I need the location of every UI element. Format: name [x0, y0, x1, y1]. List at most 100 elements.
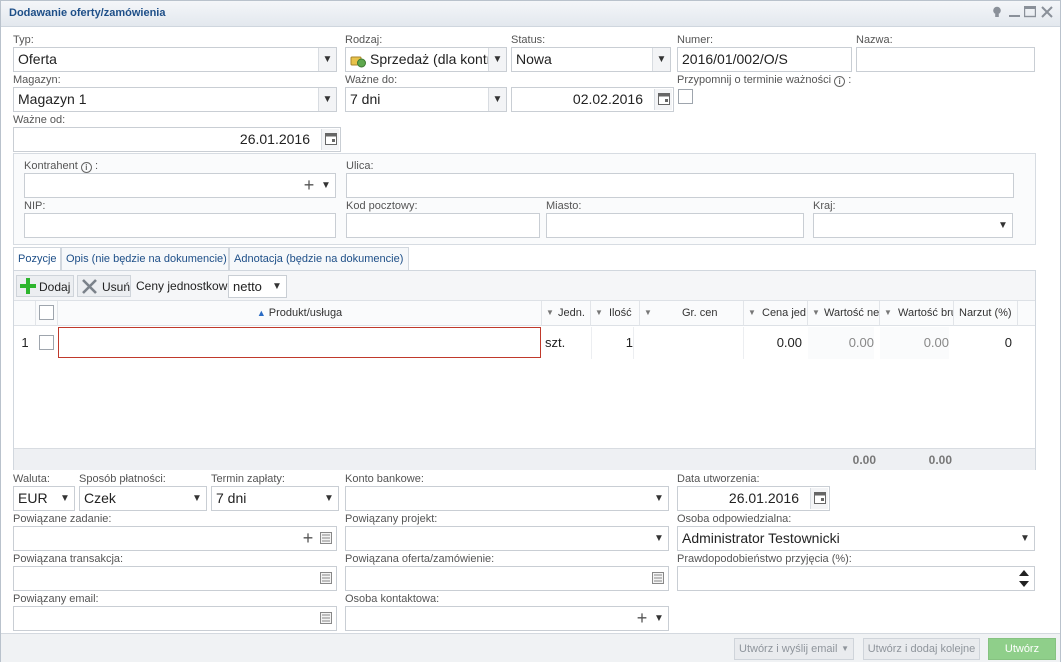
chevron-down-icon: ▼ [841, 644, 849, 653]
remove-button[interactable]: Usuń [77, 275, 131, 297]
chevron-down-icon[interactable]: ▼ [268, 276, 286, 297]
list-icon[interactable] [317, 608, 335, 629]
osoba-label: Osoba odpowiedzialna: [677, 513, 792, 525]
row-checkbox[interactable] [39, 335, 54, 350]
create-and-add-next-button[interactable]: Utwórz i dodaj kolejne [863, 638, 980, 660]
chevron-down-icon[interactable]: ▼ [650, 607, 668, 630]
cell-narzut[interactable]: 0 [954, 327, 1012, 359]
grid-totals: 0.00 0.00 [14, 448, 1035, 470]
plus-icon[interactable]: + [634, 607, 650, 630]
col-netto[interactable]: ▼ Wartość ne [808, 301, 880, 326]
termin-label: Termin zapłaty: [211, 473, 285, 485]
lightbulb-icon[interactable] [990, 6, 1004, 20]
select-all-checkbox[interactable] [39, 305, 54, 320]
miasto-input[interactable] [546, 213, 804, 238]
projekt-select[interactable]: ▼ [345, 526, 669, 551]
ulica-input[interactable] [346, 173, 1014, 198]
col-grcen[interactable]: ▼ Gr. cen [640, 301, 744, 326]
transakcja-input[interactable] [13, 566, 337, 591]
col-narzut[interactable]: Narzut (%) [954, 301, 1018, 326]
tab-pozycje[interactable]: Pozycje [13, 247, 61, 270]
kontrahent-label: Kontrahent i : [24, 160, 99, 173]
col-filler [1018, 301, 1035, 326]
col-ilosc[interactable]: ▼ Ilość [591, 301, 640, 326]
tab-adnotacja[interactable]: Adnotacja (będzie na dokumencie) [229, 247, 409, 270]
chevron-down-icon[interactable]: ▼ [317, 174, 335, 197]
chevron-down-icon[interactable]: ▼ [650, 527, 668, 550]
calendar-icon[interactable] [810, 488, 828, 509]
chevron-down-icon[interactable]: ▼ [318, 48, 336, 71]
info-icon[interactable]: i [834, 76, 846, 87]
kod-input[interactable] [346, 213, 540, 238]
nazwa-input[interactable] [856, 47, 1035, 72]
platnosc-select[interactable]: Czek ▼ [79, 486, 207, 511]
termin-value: 7 dni [216, 490, 247, 506]
cell-grcen[interactable] [640, 327, 744, 359]
calendar-icon[interactable] [321, 129, 339, 150]
chevron-down-icon[interactable]: ▼ [488, 88, 506, 111]
numer-value: 2016/01/002/O/S [682, 51, 788, 67]
maximize-icon[interactable] [1023, 5, 1037, 20]
chevron-down-icon[interactable]: ▼ [994, 214, 1012, 237]
wazne-do-date[interactable]: 02.02.2016 [511, 87, 674, 112]
rodzaj-select[interactable]: Sprzedaż (dla kontra ▼ [345, 47, 507, 72]
cell-ilosc[interactable]: 1 [591, 327, 634, 359]
col-jedn[interactable]: ▼ Jedn. [542, 301, 591, 326]
kraj-select[interactable]: ▼ [813, 213, 1013, 238]
create-and-email-button[interactable]: Utwórz i wyślij email ▼ [734, 638, 854, 660]
list-icon[interactable] [317, 568, 335, 589]
wazne-do-label: Ważne do: [345, 74, 398, 86]
zadanie-input[interactable]: + [13, 526, 337, 551]
col-select [36, 301, 58, 326]
kontrahent-select[interactable]: + ▼ [24, 173, 336, 198]
wazne-od-date[interactable]: 26.01.2016 [13, 127, 341, 152]
prawdop-input[interactable] [677, 566, 1035, 591]
chevron-down-icon[interactable]: ▼ [652, 48, 670, 71]
spinner-icon[interactable] [1017, 568, 1031, 589]
close-icon[interactable] [1040, 6, 1054, 20]
oferta-input[interactable] [345, 566, 669, 591]
data-utw-date[interactable]: 26.01.2016 [677, 486, 830, 511]
list-icon[interactable] [317, 528, 335, 549]
minimize-icon[interactable] [1007, 6, 1021, 20]
waluta-select[interactable]: EUR ▼ [13, 486, 75, 511]
numer-input[interactable]: 2016/01/002/O/S [677, 47, 852, 72]
termin-select[interactable]: 7 dni ▼ [211, 486, 339, 511]
plus-icon[interactable]: + [300, 527, 316, 550]
konto-select[interactable]: ▼ [345, 486, 669, 511]
cell-cena[interactable]: 0.00 [744, 327, 802, 359]
chevron-down-icon[interactable]: ▼ [1016, 527, 1034, 550]
magazyn-select[interactable]: Magazyn 1 ▼ [13, 87, 337, 112]
grid-toolbar: Dodaj Usuń Ceny jednostkowe netto ▼ [14, 271, 1035, 301]
osoba-select[interactable]: Administrator Testownicki ▼ [677, 526, 1035, 551]
status-select[interactable]: Nowa ▼ [511, 47, 671, 72]
prices-select[interactable]: netto ▼ [228, 275, 287, 298]
chevron-down-icon[interactable]: ▼ [318, 88, 336, 111]
data-utw-label: Data utworzenia: [677, 473, 760, 485]
chevron-down-icon[interactable]: ▼ [650, 487, 668, 510]
chevron-down-icon[interactable]: ▼ [488, 48, 506, 71]
chevron-down-icon[interactable]: ▼ [188, 487, 206, 510]
col-brutto[interactable]: ▼ Wartość bru [880, 301, 954, 326]
plus-icon[interactable]: + [301, 174, 317, 197]
sort-asc-icon: ▲ [256, 308, 266, 318]
tab-opis[interactable]: Opis (nie będzie na dokumencie) [61, 247, 229, 270]
produkt-input[interactable] [58, 327, 541, 358]
info-icon[interactable]: i [80, 162, 92, 173]
chevron-down-icon[interactable]: ▼ [320, 487, 338, 510]
przypomnij-checkbox[interactable] [678, 89, 693, 104]
wazne-do-select[interactable]: 7 dni ▼ [345, 87, 507, 112]
col-produkt[interactable]: ▲ Produkt/usługa [58, 301, 542, 326]
status-label: Status: [511, 34, 546, 46]
calendar-icon[interactable] [654, 89, 672, 110]
cell-jedn[interactable]: szt. [545, 327, 591, 359]
email-input[interactable] [13, 606, 337, 631]
chevron-down-icon[interactable]: ▼ [56, 487, 74, 510]
add-button[interactable]: Dodaj [16, 275, 74, 297]
nip-input[interactable] [24, 213, 336, 238]
typ-select[interactable]: Oferta ▼ [13, 47, 337, 72]
create-button[interactable]: Utwórz [988, 638, 1056, 660]
kontakt-select[interactable]: + ▼ [345, 606, 669, 631]
list-icon[interactable] [649, 568, 667, 589]
col-cena[interactable]: ▼ Cena jed [744, 301, 808, 326]
